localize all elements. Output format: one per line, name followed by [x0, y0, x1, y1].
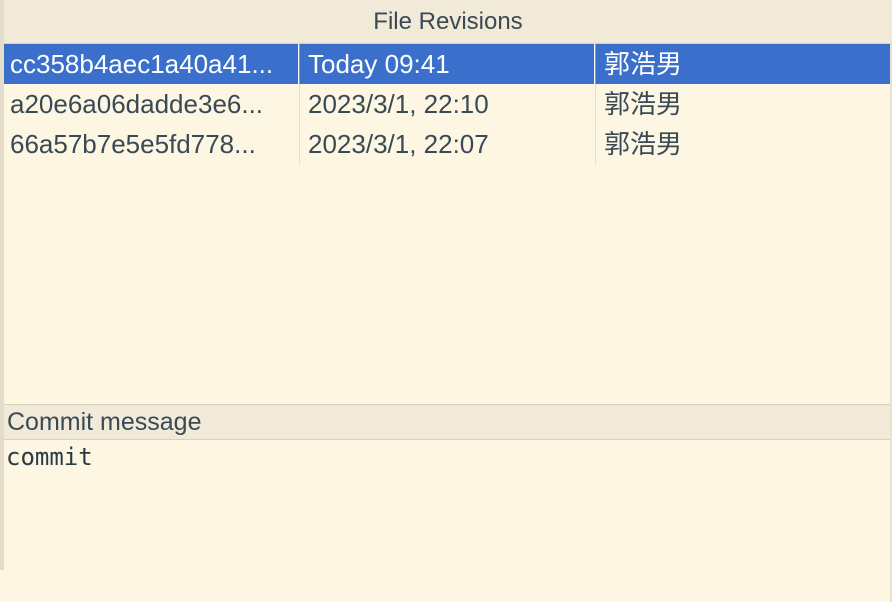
- revision-row[interactable]: a20e6a06dadde3e6... 2023/3/1, 22:10 郭浩男: [4, 84, 890, 124]
- file-revisions-window: File Revisions cc358b4aec1a40a41... Toda…: [0, 0, 892, 602]
- commit-message-text[interactable]: commit: [4, 440, 890, 602]
- revision-date[interactable]: Today 09:41: [299, 44, 595, 84]
- revision-date[interactable]: 2023/3/1, 22:10: [299, 84, 595, 124]
- revision-author[interactable]: 郭浩男: [595, 84, 890, 124]
- revision-hash[interactable]: cc358b4aec1a40a41...: [4, 44, 299, 84]
- revision-hash[interactable]: a20e6a06dadde3e6...: [4, 84, 299, 124]
- commit-message-header: Commit message: [4, 404, 890, 440]
- revision-row[interactable]: 66a57b7e5e5fd778... 2023/3/1, 22:07 郭浩男: [4, 124, 890, 164]
- window-title-bar: File Revisions: [4, 0, 892, 44]
- revision-row[interactable]: cc358b4aec1a40a41... Today 09:41 郭浩男: [4, 44, 890, 84]
- revision-author[interactable]: 郭浩男: [595, 124, 890, 164]
- window-title: File Revisions: [373, 7, 523, 35]
- revision-hash[interactable]: 66a57b7e5e5fd778...: [4, 124, 299, 164]
- revisions-list[interactable]: cc358b4aec1a40a41... Today 09:41 郭浩男 a20…: [4, 44, 890, 404]
- revision-date[interactable]: 2023/3/1, 22:07: [299, 124, 595, 164]
- revision-author[interactable]: 郭浩男: [595, 44, 890, 84]
- commit-message-label: Commit message: [7, 408, 202, 436]
